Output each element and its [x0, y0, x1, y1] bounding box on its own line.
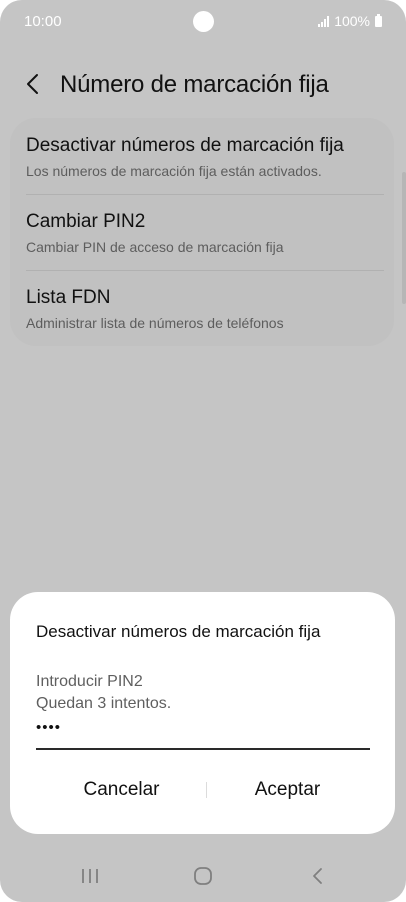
- setting-item-fdn-list[interactable]: Lista FDN Administrar lista de números d…: [10, 270, 394, 346]
- setting-item-title: Desactivar números de marcación fija: [26, 135, 344, 156]
- pin2-input[interactable]: ••••: [36, 718, 370, 750]
- battery-icon: [375, 13, 382, 27]
- recents-icon[interactable]: [70, 864, 110, 888]
- signal-icon: [318, 15, 330, 27]
- scrollbar[interactable]: [402, 172, 406, 304]
- setting-item-subtitle: Los números de marcación fija están acti…: [26, 163, 322, 179]
- phone-screen: 10:00 100% Número de marcación fija Desa…: [0, 0, 406, 902]
- setting-item-title: Cambiar PIN2: [26, 211, 146, 232]
- pin2-dialog: Desactivar números de marcación fija Int…: [10, 592, 395, 834]
- cancel-button[interactable]: Cancelar: [40, 768, 203, 812]
- page-title: Número de marcación fija: [60, 71, 329, 98]
- home-icon[interactable]: [183, 864, 223, 888]
- chevron-left-icon[interactable]: [20, 70, 48, 98]
- status-bar: 10:00 100%: [0, 0, 406, 44]
- status-indicators: 100%: [318, 13, 382, 29]
- attempts-remaining-text: Quedan 3 intentos.: [36, 695, 172, 712]
- battery-percent: 100%: [334, 13, 370, 29]
- settings-card: Desactivar números de marcación fija Los…: [10, 118, 394, 346]
- dialog-prompt: Introducir PIN2: [36, 673, 143, 690]
- setting-item-disable-fdn[interactable]: Desactivar números de marcación fija Los…: [10, 118, 394, 194]
- setting-item-subtitle: Administrar lista de números de teléfono…: [26, 315, 284, 331]
- status-time: 10:00: [24, 13, 62, 30]
- setting-item-title: Lista FDN: [26, 287, 111, 308]
- setting-item-subtitle: Cambiar PIN de acceso de marcación fija: [26, 239, 284, 255]
- navigation-bar: [0, 856, 406, 902]
- dialog-title: Desactivar números de marcación fija: [36, 622, 321, 641]
- setting-item-change-pin2[interactable]: Cambiar PIN2 Cambiar PIN de acceso de ma…: [10, 194, 394, 270]
- camera-cutout: [193, 11, 214, 32]
- nav-back-icon[interactable]: [298, 864, 338, 888]
- pin2-value: ••••: [36, 719, 62, 736]
- app-header: Número de marcación fija: [0, 60, 406, 108]
- accept-button[interactable]: Aceptar: [206, 768, 369, 812]
